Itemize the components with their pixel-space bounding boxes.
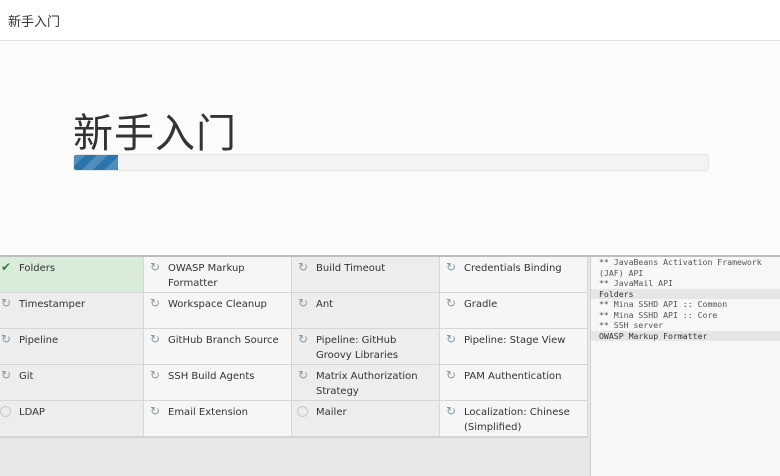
plugin-grid: ✔ Folders ↻ OWASP Markup Formatter ↻ Build Ti… (0, 257, 588, 438)
plugin-name: Timestamper (19, 299, 86, 310)
app-title: 新手入门 (8, 15, 61, 30)
refresh-spinner-icon: ↻ (149, 404, 161, 418)
plugin-name: Mailer (316, 407, 347, 418)
plugin-item: ↻ SSH Build Agents (144, 365, 292, 401)
plugin-name: SSH Build Agents (168, 371, 255, 382)
log-line: ** JavaBeans Activation Framework (JAF) … (599, 257, 767, 278)
plugin-item: ↻ Pipeline: Stage View (440, 329, 588, 365)
pending-circle-icon (297, 406, 308, 417)
install-progress-fill (74, 155, 119, 170)
refresh-spinner-icon: ↻ (149, 260, 161, 274)
refresh-spinner-icon: ↻ (0, 296, 12, 310)
plugin-name: Git (19, 371, 34, 382)
plugin-name: Pipeline (19, 335, 59, 346)
plugin-name: Build Timeout (316, 263, 386, 274)
log-line: Folders (591, 288, 780, 299)
plugin-item: ↻ Gradle (440, 293, 588, 329)
setup-hero: 新手入门 (0, 41, 780, 255)
plugin-name: Ant (316, 299, 334, 310)
log-line: ** Mina SSHD API :: Common (599, 299, 728, 309)
refresh-spinner-icon: ↻ (445, 368, 457, 382)
plugin-name: Pipeline: GitHub Groovy Libraries (316, 335, 399, 361)
refresh-spinner-icon: ↻ (445, 332, 457, 346)
plugin-item: ✔ Folders (0, 257, 144, 293)
refresh-spinner-icon: ↻ (445, 296, 457, 310)
plugin-item: ↻ Ant (292, 293, 440, 329)
plugin-name: LDAP (19, 407, 45, 418)
plugin-item: ↻ Pipeline: GitHub Groovy Libraries (292, 329, 440, 365)
plugin-item: ↻ OWASP Markup Formatter (144, 257, 292, 293)
plugin-item: ↻ Timestamper (0, 293, 144, 329)
plugin-item: Mailer (292, 401, 440, 437)
install-log[interactable]: ** JavaBeans Activation Framework (JAF) … (590, 257, 780, 476)
plugin-item: ↻ PAM Authentication (440, 365, 588, 401)
plugin-item: LDAP (0, 401, 144, 437)
plugin-name: OWASP Markup Formatter (168, 263, 245, 289)
top-bar: 新手入门 (0, 0, 780, 41)
plugin-item: ↻ Matrix Authorization Strategy (292, 365, 440, 401)
refresh-spinner-icon: ↻ (297, 332, 309, 346)
plugin-name: Credentials Binding (464, 263, 562, 274)
refresh-spinner-icon: ↻ (0, 332, 12, 346)
plugin-name: Workspace Cleanup (168, 299, 267, 310)
check-icon: ✔ (0, 260, 12, 274)
plugin-install-panel: ✔ Folders ↻ OWASP Markup Formatter ↻ Build Ti… (0, 257, 590, 476)
refresh-spinner-icon: ↻ (297, 368, 309, 382)
refresh-spinner-icon: ↻ (445, 404, 457, 418)
plugin-name: Folders (19, 263, 56, 274)
log-line: ** Mina SSHD API :: Core (599, 309, 718, 320)
plugin-item: ↻ Email Extension (144, 401, 292, 437)
plugin-item: ↻ GitHub Branch Source (144, 329, 292, 365)
plugin-name: Localization: Chinese (Simplified) (464, 407, 570, 433)
refresh-spinner-icon: ↻ (297, 296, 309, 310)
plugin-item: ↻ Pipeline (0, 329, 144, 365)
plugin-name: Matrix Authorization Strategy (316, 371, 418, 397)
page-title: 新手入门 (73, 111, 237, 157)
plugin-item: ↻ Localization: Chinese (Simplified) (440, 401, 588, 437)
log-line: ** JavaMail API (599, 278, 673, 288)
install-progress-bar (73, 154, 709, 171)
refresh-spinner-icon: ↻ (149, 296, 161, 310)
plugin-name: Email Extension (168, 407, 249, 418)
plugin-item: ↻ Build Timeout (292, 257, 440, 293)
refresh-spinner-icon: ↻ (297, 260, 309, 274)
refresh-spinner-icon: ↻ (149, 368, 161, 382)
plugin-name: PAM Authentication (464, 371, 562, 382)
plugin-item: ↻ Git (0, 365, 144, 401)
refresh-spinner-icon: ↻ (0, 368, 12, 382)
refresh-spinner-icon: ↻ (149, 332, 161, 346)
plugin-name: Pipeline: Stage View (464, 335, 566, 346)
plugin-item: ↻ Credentials Binding (440, 257, 588, 293)
log-line: OWASP Markup Formatter (591, 330, 780, 341)
refresh-spinner-icon: ↻ (445, 260, 457, 274)
plugin-item: ↻ Workspace Cleanup (144, 293, 292, 329)
pending-circle-icon (0, 406, 11, 417)
plugin-name: GitHub Branch Source (168, 335, 279, 346)
log-line: ** SSH server (599, 320, 664, 330)
plugin-name: Gradle (464, 299, 498, 310)
